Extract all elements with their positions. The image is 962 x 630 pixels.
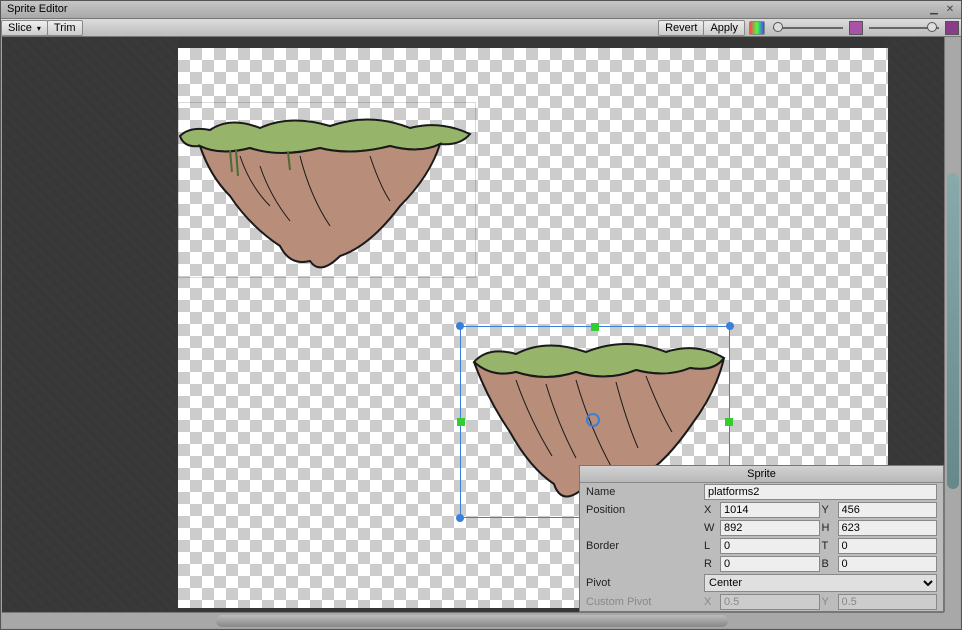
selection-handle-tr[interactable] (726, 322, 734, 330)
inspector-header: Sprite (580, 466, 943, 483)
toolbar: Slice ▾ Trim Revert Apply (1, 19, 961, 37)
mip-slider-thumb[interactable] (927, 22, 937, 32)
custom-y-field (838, 594, 938, 610)
sprite-island-1 (170, 106, 484, 286)
alpha-slider-thumb[interactable] (773, 22, 783, 32)
pivot-label: Pivot (586, 577, 704, 589)
title-bar: Sprite Editor ▁ ✕ (1, 1, 961, 19)
selection-handle-tl[interactable] (456, 322, 464, 330)
pos-h-label: H (822, 522, 836, 534)
minimize-icon[interactable]: ▁ (927, 2, 941, 16)
alpha-slider[interactable] (773, 21, 843, 35)
canvas-bg-left (2, 37, 178, 612)
border-t-label: T (822, 540, 836, 552)
scrollbar-vertical-thumb[interactable] (947, 173, 959, 489)
pos-y-label: Y (822, 504, 836, 516)
pos-y-field[interactable] (838, 502, 938, 518)
swatch-b[interactable] (945, 21, 959, 35)
swatch-a[interactable] (849, 21, 863, 35)
border-r-label: R (704, 558, 718, 570)
pivot-handle[interactable] (586, 413, 600, 427)
position-label: Position (586, 504, 704, 516)
border-l-field[interactable] (720, 538, 820, 554)
slice-button[interactable]: Slice ▾ (1, 20, 48, 36)
scrollbar-horizontal-thumb[interactable] (216, 615, 728, 627)
border-t-field[interactable] (838, 538, 938, 554)
selection-handle-l[interactable] (457, 418, 465, 426)
name-field[interactable] (704, 484, 937, 500)
sprite-inspector: Sprite Name Position X Y W H Border (579, 465, 944, 612)
window-title: Sprite Editor (7, 3, 68, 15)
rgb-icon[interactable] (749, 21, 765, 35)
pos-w-label: W (704, 522, 718, 534)
scrollbar-horizontal[interactable] (2, 612, 944, 628)
border-b-field[interactable] (838, 556, 938, 572)
slice-label: Slice (8, 22, 32, 34)
selection-handle-bl[interactable] (456, 514, 464, 522)
mip-slider[interactable] (869, 21, 939, 35)
selection-handle-t[interactable] (591, 323, 599, 331)
scrollbar-corner (944, 612, 960, 628)
border-r-field[interactable] (720, 556, 820, 572)
pos-x-label: X (704, 504, 718, 516)
chevron-down-icon: ▾ (37, 24, 41, 33)
apply-button[interactable]: Apply (703, 20, 745, 36)
border-l-label: L (704, 540, 718, 552)
custom-pivot-label: Custom Pivot (586, 596, 704, 608)
border-b-label: B (822, 558, 836, 570)
custom-x-field (720, 594, 820, 610)
close-icon[interactable]: ✕ (943, 2, 957, 16)
custom-y-label: Y (822, 596, 836, 608)
pos-h-field[interactable] (838, 520, 938, 536)
revert-button[interactable]: Revert (658, 20, 704, 36)
trim-button[interactable]: Trim (47, 20, 83, 36)
scrollbar-vertical[interactable] (944, 37, 960, 612)
pos-x-field[interactable] (720, 502, 820, 518)
name-label: Name (586, 486, 704, 498)
border-label: Border (586, 540, 704, 552)
selection-handle-r[interactable] (725, 418, 733, 426)
pivot-dropdown[interactable]: Center (704, 574, 937, 592)
custom-x-label: X (704, 596, 718, 608)
pos-w-field[interactable] (720, 520, 820, 536)
